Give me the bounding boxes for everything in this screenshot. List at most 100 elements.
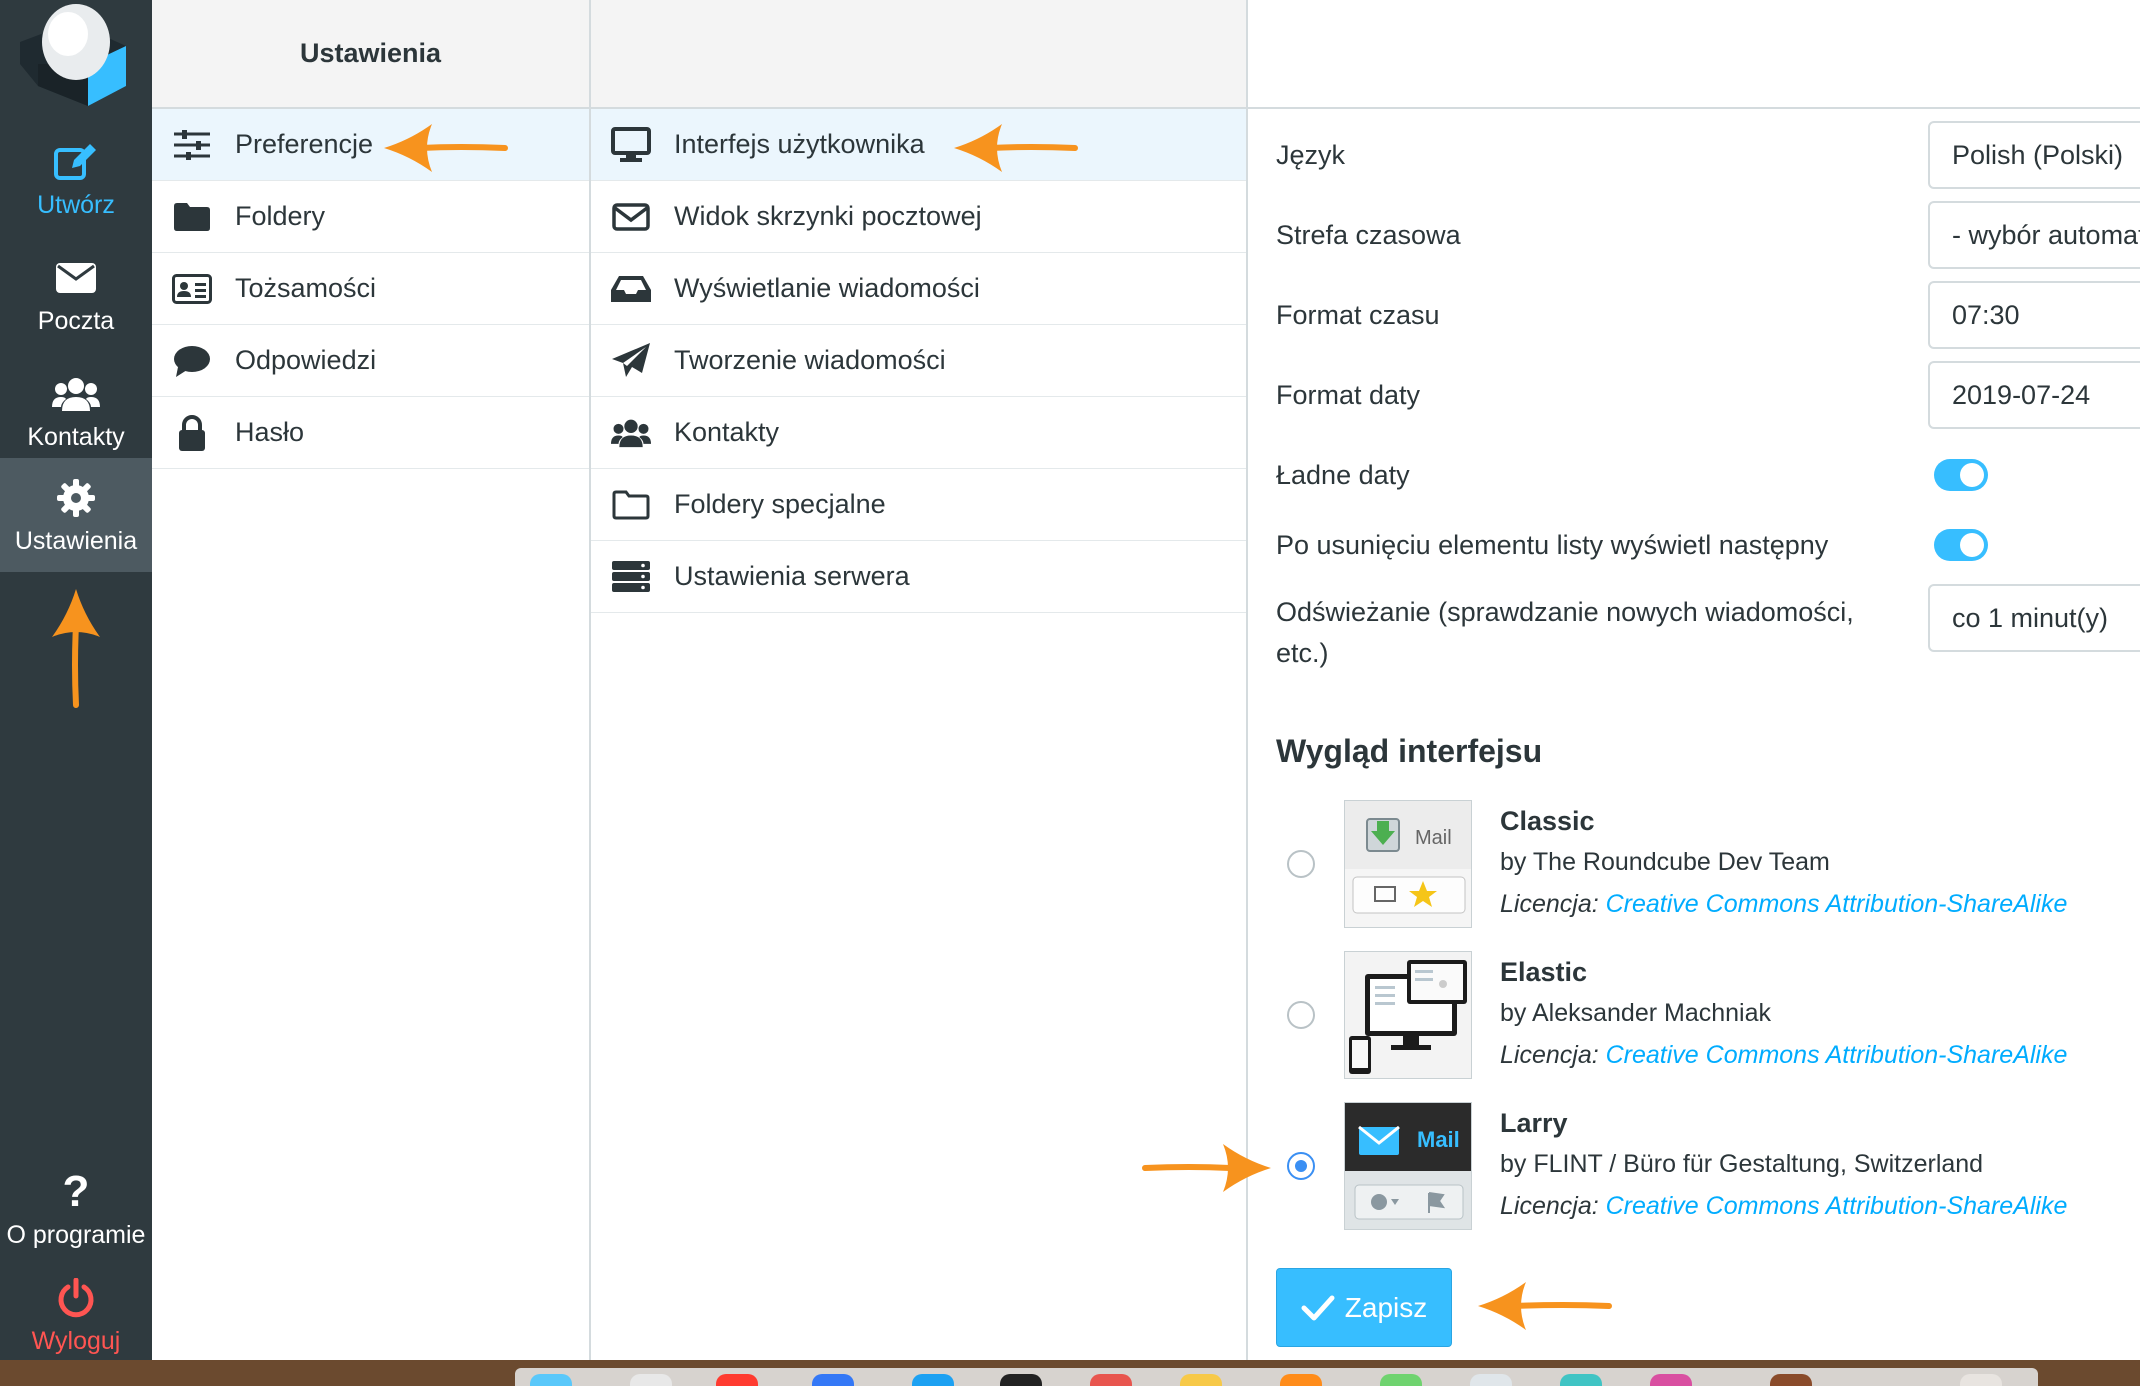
envelope-icon — [56, 255, 96, 301]
save-button-label: Zapisz — [1344, 1291, 1428, 1323]
nav-about[interactable]: ? O programie — [0, 1152, 152, 1266]
license-prefix: Licencja: — [1500, 890, 1599, 918]
pretty-dates-row: Ładne daty — [1276, 450, 2140, 500]
dock-app-icon[interactable] — [1650, 1374, 1692, 1386]
time-format-label: Format czasu — [1276, 299, 1440, 330]
server-icon — [611, 557, 651, 597]
envelope-icon — [611, 197, 651, 237]
dock-app-icon[interactable] — [1470, 1374, 1512, 1386]
dock-app-icon[interactable] — [1960, 1374, 2002, 1386]
nav-logout-label: Wyloguj — [31, 1326, 121, 1355]
annotation-arrow-save — [1478, 1282, 1612, 1330]
time-format-select[interactable]: 07:30 — [1928, 281, 2140, 349]
date-format-select[interactable]: 2019-07-24 — [1928, 361, 2140, 429]
section-mailbox-view[interactable]: Widok skrzynki pocztowej — [591, 181, 1246, 253]
skin-author-larry: by FLINT / Büro für Gestaltung, Switzerl… — [1500, 1150, 1984, 1178]
section-label: Tworzenie wiadomości — [674, 345, 946, 375]
section-label: Wyświetlanie wiadomości — [674, 273, 980, 303]
refresh-row: Odświeżanie (sprawdzanie nowych wiadomoś… — [1276, 584, 2140, 676]
dock-app-icon[interactable] — [716, 1374, 758, 1386]
refresh-select[interactable]: co 1 minut(y) — [1928, 584, 2140, 652]
skin-thumbnail-classic-text: Mail — [1415, 827, 1452, 849]
section-composing-messages[interactable]: Tworzenie wiadomości — [591, 325, 1246, 397]
dock-app-icon[interactable] — [1560, 1374, 1602, 1386]
dock-app-icon[interactable] — [1280, 1374, 1322, 1386]
settings-item-responses[interactable]: Odpowiedzi — [152, 325, 589, 397]
check-icon — [1301, 1294, 1335, 1322]
nav-mail[interactable]: Poczta — [0, 238, 152, 352]
sliders-icon — [172, 125, 212, 165]
desktop-dock — [0, 1360, 2140, 1386]
gear-icon — [57, 475, 95, 521]
settings-item-password[interactable]: Hasło — [152, 397, 589, 469]
section-contacts[interactable]: Kontakty — [591, 397, 1246, 469]
annotation-arrow-settings — [52, 589, 100, 708]
users-icon — [52, 371, 100, 417]
language-select[interactable]: Polish (Polski) — [1928, 121, 2140, 189]
roundcube-logo[interactable] — [18, 2, 128, 110]
pretty-dates-toggle[interactable] — [1934, 459, 1988, 491]
skin-author-elastic: by Aleksander Machniak — [1500, 999, 1771, 1027]
save-button[interactable]: Zapisz — [1276, 1268, 1452, 1347]
nav-logout[interactable]: Wyloguj — [0, 1258, 152, 1372]
section-server-settings[interactable]: Ustawienia serwera — [591, 541, 1246, 613]
skin-name-larry: Larry — [1500, 1108, 1568, 1138]
dock-app-icon[interactable] — [1180, 1374, 1222, 1386]
dock-app-icon[interactable] — [530, 1374, 572, 1386]
dock-app-icon[interactable] — [912, 1374, 954, 1386]
settings-item-label: Odpowiedzi — [235, 345, 377, 375]
section-label: Kontakty — [674, 417, 780, 447]
license-prefix: Licencja: — [1500, 1192, 1599, 1220]
section-label: Interfejs użytkownika — [674, 129, 925, 159]
settings-item-label: Tożsamości — [235, 273, 377, 303]
license-link-elastic[interactable]: Creative Commons Attribution-ShareAlike — [1606, 1041, 2068, 1069]
skin-license-larry: Licencja: Creative Commons Attribution-S… — [1500, 1192, 2067, 1221]
skin-license-elastic: Licencja: Creative Commons Attribution-S… — [1500, 1041, 2067, 1070]
skin-thumbnail-classic[interactable]: Mail — [1344, 800, 1472, 928]
skin-radio-classic[interactable] — [1287, 850, 1315, 878]
settings-item-folders[interactable]: Foldery — [152, 181, 589, 253]
id-card-icon — [172, 269, 212, 309]
display-next-label: Po usunięciu elementu listy wyświetl nas… — [1276, 529, 1829, 560]
skin-radio-elastic[interactable] — [1287, 1001, 1315, 1029]
license-link-classic[interactable]: Creative Commons Attribution-ShareAlike — [1606, 890, 2068, 918]
nav-compose-label: Utwórz — [37, 190, 115, 219]
nav-contacts[interactable]: Kontakty — [0, 354, 152, 468]
skin-name-classic: Classic — [1500, 806, 1595, 836]
section-user-interface[interactable]: Interfejs użytkownika — [591, 109, 1246, 181]
skin-thumbnail-larry[interactable]: Mail — [1344, 1102, 1472, 1230]
skin-thumbnail-elastic[interactable] — [1344, 951, 1472, 1079]
dock-app-icon[interactable] — [1380, 1374, 1422, 1386]
dock-app-icon[interactable] — [630, 1374, 672, 1386]
settings-item-label: Hasło — [235, 417, 305, 447]
question-mark-icon: ? — [62, 1166, 90, 1216]
section-special-folders[interactable]: Foldery specjalne — [591, 469, 1246, 541]
dock-app-icon[interactable] — [1000, 1374, 1042, 1386]
timezone-select[interactable]: - wybór automatyczny - — [1928, 201, 2140, 269]
skin-thumbnail-larry-text: Mail — [1417, 1127, 1460, 1152]
nav-compose[interactable]: Utwórz — [0, 122, 152, 236]
dock-app-icon[interactable] — [1770, 1374, 1812, 1386]
preferences-form-panel: Język Polish (Polski) Strefa czasowa - w… — [1248, 0, 2140, 1360]
nav-settings[interactable]: Ustawienia — [0, 458, 152, 572]
power-icon — [57, 1275, 95, 1321]
section-displaying-messages[interactable]: Wyświetlanie wiadomości — [591, 253, 1246, 325]
skin-option-classic: Mail Classic by The Roundcube Dev Team L… — [1248, 800, 2140, 930]
dock-app-icon[interactable] — [812, 1374, 854, 1386]
settings-item-preferences[interactable]: Preferencje — [152, 109, 589, 181]
settings-item-identities[interactable]: Tożsamości — [152, 253, 589, 325]
skin-radio-larry[interactable] — [1287, 1152, 1315, 1180]
license-link-larry[interactable]: Creative Commons Attribution-ShareAlike — [1606, 1192, 2068, 1220]
nav-contacts-label: Kontakty — [27, 422, 125, 451]
license-prefix: Licencja: — [1500, 1041, 1599, 1069]
dock-app-icon[interactable] — [1090, 1374, 1132, 1386]
section-label: Widok skrzynki pocztowej — [674, 201, 982, 231]
date-format-label: Format daty — [1276, 379, 1421, 410]
sections-header — [591, 0, 1246, 109]
monitor-icon — [611, 125, 651, 165]
refresh-label: Odświeżanie (sprawdzanie nowych wiadomoś… — [1276, 597, 1854, 668]
display-next-toggle[interactable] — [1934, 529, 1988, 561]
compose-icon — [54, 139, 98, 185]
language-label: Język — [1276, 139, 1346, 170]
nav-about-label: O programie — [6, 1220, 146, 1249]
